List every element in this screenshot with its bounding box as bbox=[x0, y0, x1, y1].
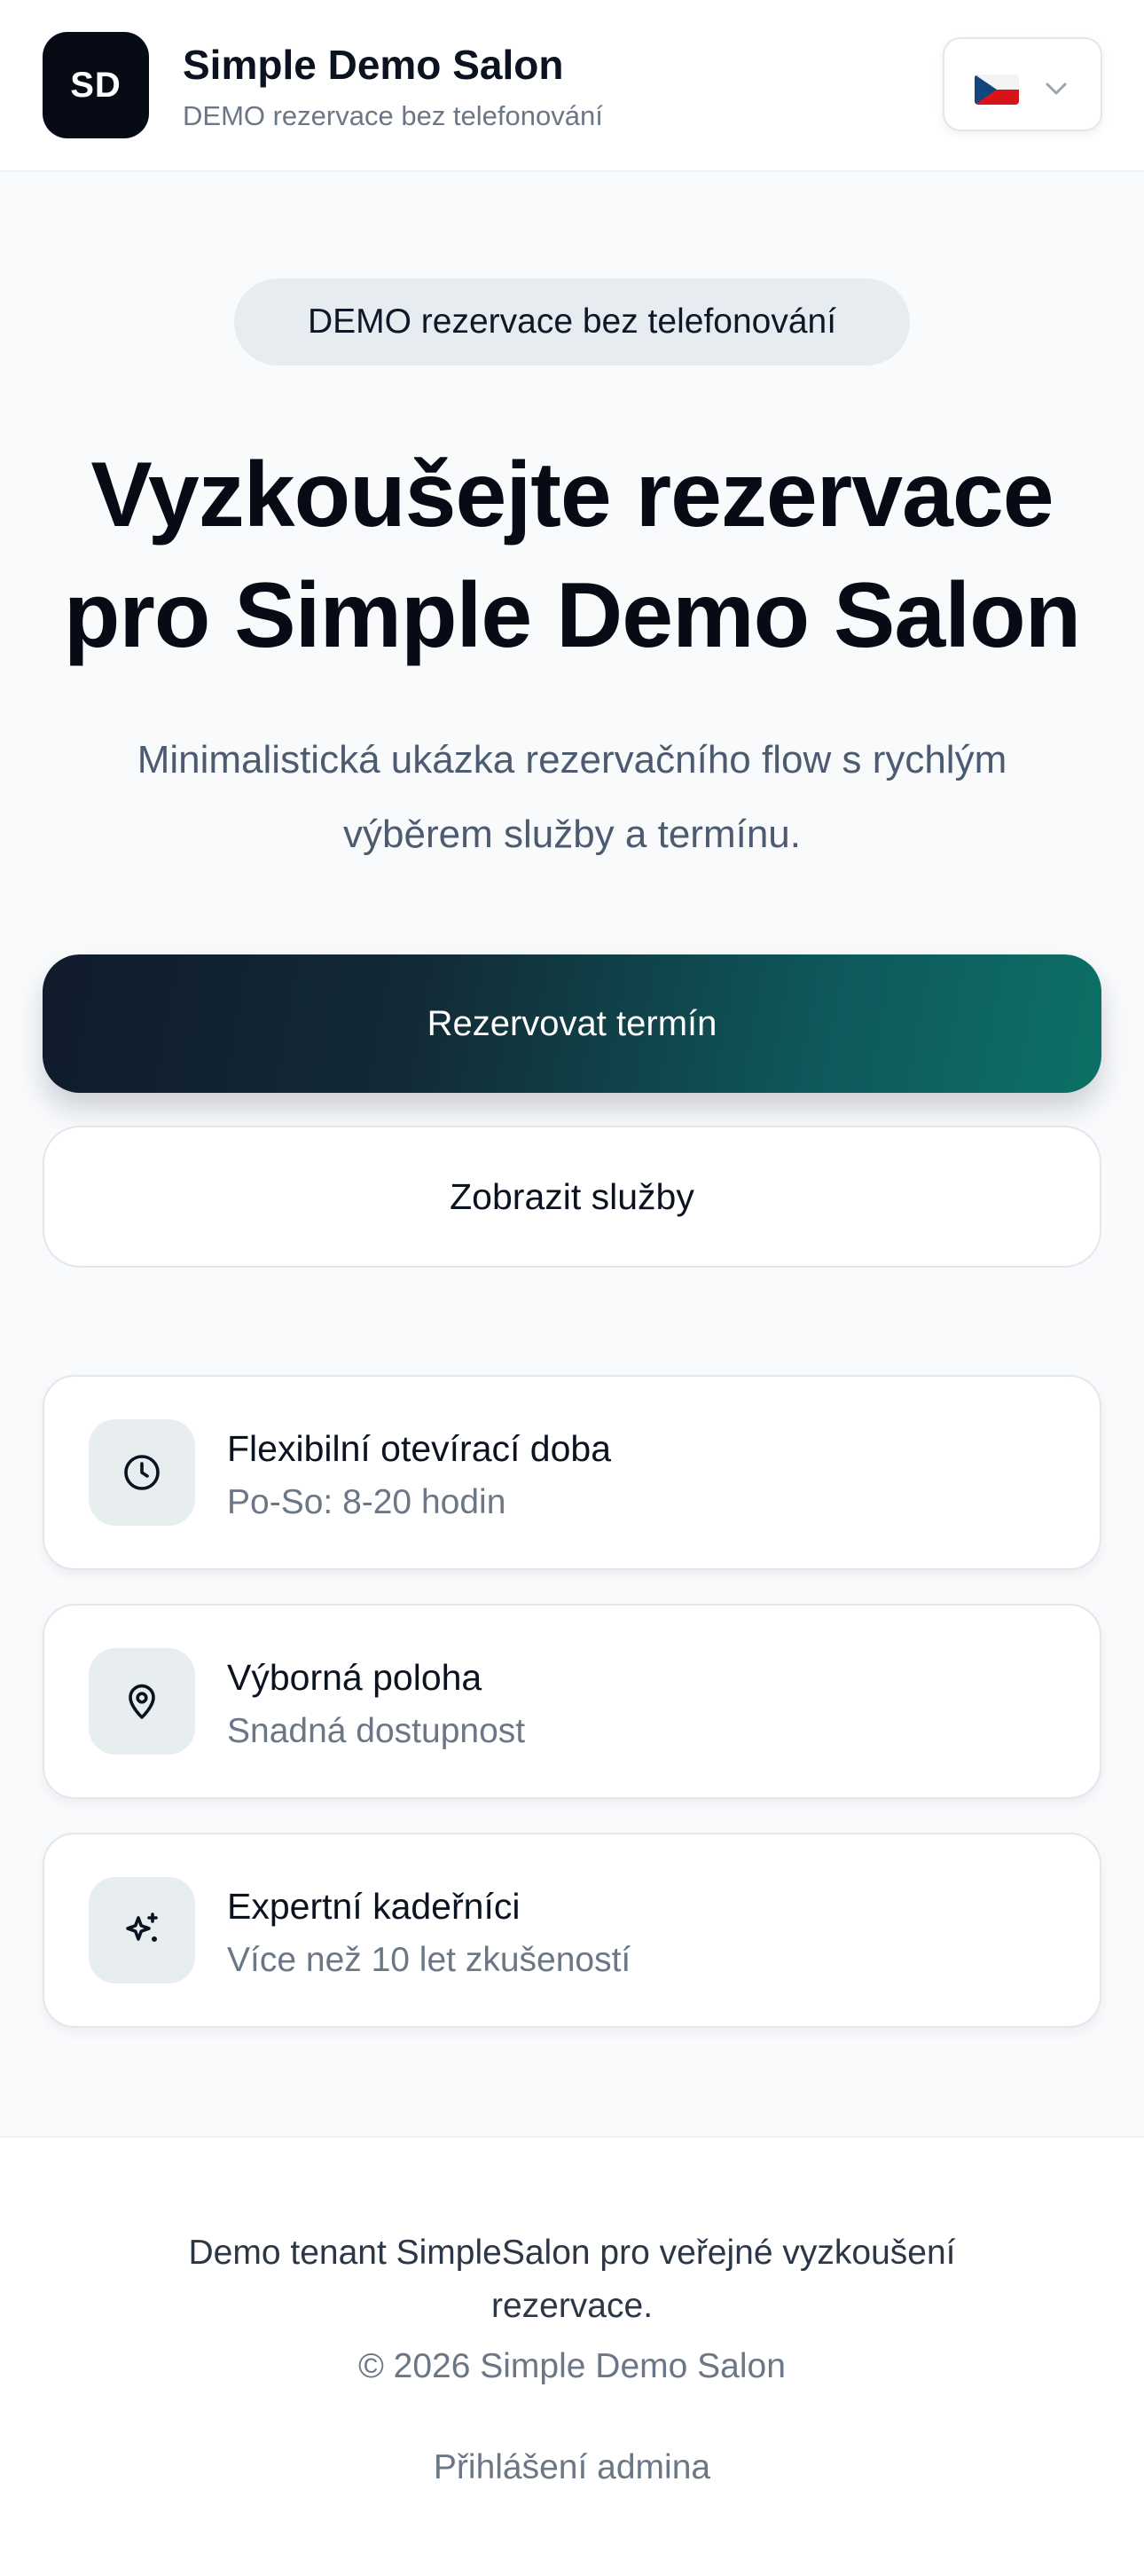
clock-icon bbox=[89, 1419, 195, 1526]
feature-card-location: Výborná poloha Snadná dostupnost bbox=[43, 1604, 1101, 1799]
footer-note-line-2: rezervace. bbox=[490, 2287, 654, 2325]
admin-login-link[interactable]: Přihlášení admina bbox=[372, 2448, 772, 2487]
footer-note: Demo tenant SimpleSalon pro veřejné vyzk… bbox=[106, 2227, 1038, 2333]
footer-note-line-1: Demo tenant SimpleSalon pro veřejné vyzk… bbox=[188, 2234, 956, 2272]
feature-title: Expertní kadeřníci bbox=[227, 1886, 521, 1927]
chevron-down-icon bbox=[1046, 82, 1067, 95]
hero-title-line-1: Vyzkoušejte rezervace bbox=[90, 444, 1054, 546]
hero-subtitle-line-1: Minimalistická ukázka rezervačního flow … bbox=[137, 738, 1007, 781]
top-header: SD Simple Demo Salon DEMO rezervace bez … bbox=[0, 0, 1144, 172]
language-select[interactable] bbox=[943, 37, 1102, 131]
hero-title-line-2: pro Simple Demo Salon bbox=[63, 564, 1081, 667]
page: SD Simple Demo Salon DEMO rezervace bez … bbox=[0, 0, 1144, 2576]
book-appointment-button[interactable]: Rezervovat termín bbox=[43, 954, 1101, 1093]
hero-subtitle-line-2: výběrem služby a termínu. bbox=[343, 813, 801, 856]
hero-title: Vyzkoušejte rezervace pro Simple Demo Sa… bbox=[35, 435, 1109, 676]
czech-flag-icon bbox=[975, 75, 1019, 105]
hero-subtitle: Minimalistická ukázka rezervačního flow … bbox=[62, 723, 1082, 872]
feature-subtitle: Po-So: 8-20 hodin bbox=[227, 1483, 506, 1521]
feature-card-stylists: Expertní kadeřníci Více než 10 let zkuše… bbox=[43, 1833, 1101, 2028]
sparkles-icon bbox=[89, 1877, 195, 1983]
brand-tagline: DEMO rezervace bez telefonování bbox=[183, 100, 603, 131]
show-services-button[interactable]: Zobrazit služby bbox=[43, 1126, 1101, 1268]
feature-card-opening-hours: Flexibilní otevírací doba Po-So: 8-20 ho… bbox=[43, 1375, 1101, 1570]
footer-copyright: © 2026 Simple Demo Salon bbox=[358, 2347, 786, 2385]
feature-title: Flexibilní otevírací doba bbox=[227, 1428, 612, 1469]
salon-logo[interactable]: SD bbox=[43, 32, 149, 138]
brand-name: Simple Demo Salon bbox=[183, 42, 564, 88]
footer: Demo tenant SimpleSalon pro veřejné vyzk… bbox=[0, 2136, 1144, 2576]
feature-title: Výborná poloha bbox=[227, 1657, 482, 1698]
map-pin-icon bbox=[89, 1648, 195, 1755]
demo-badge: DEMO rezervace bez telefonování bbox=[234, 279, 910, 365]
feature-subtitle: Více než 10 let zkušeností bbox=[227, 1941, 631, 1979]
feature-subtitle: Snadná dostupnost bbox=[227, 1712, 526, 1750]
